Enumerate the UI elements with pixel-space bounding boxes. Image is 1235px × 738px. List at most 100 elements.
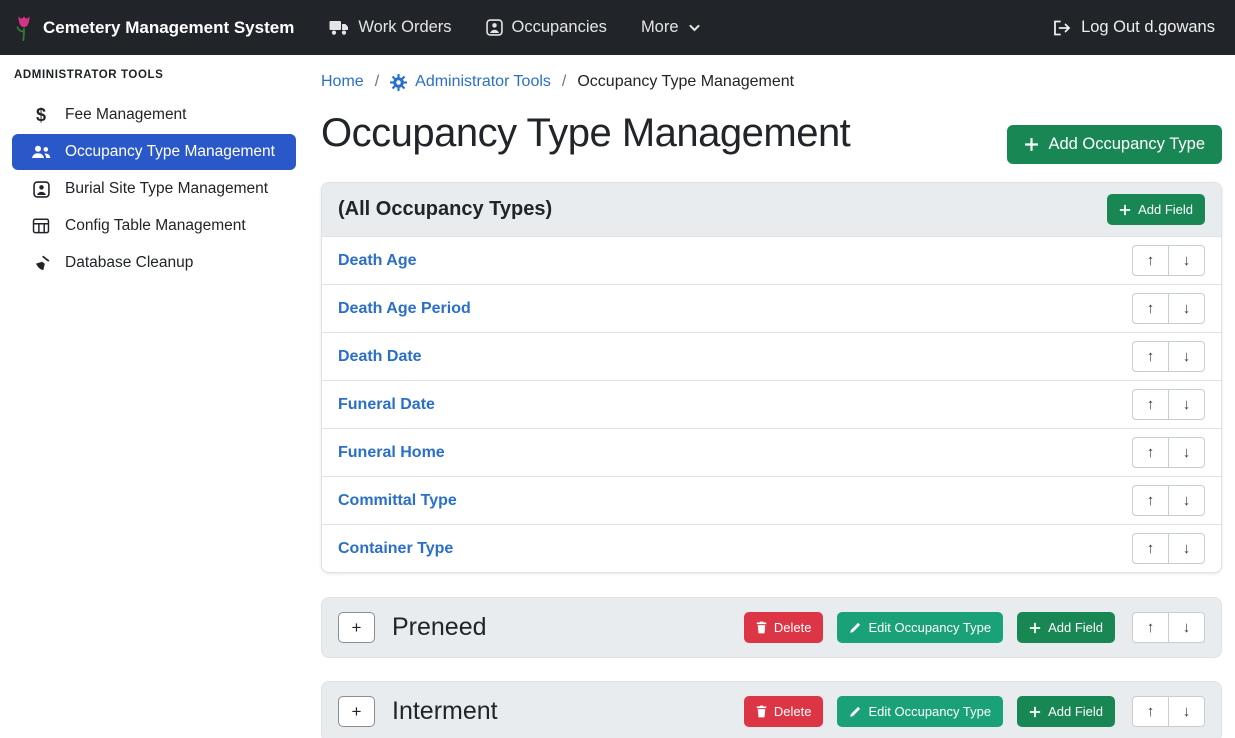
field-link[interactable]: Funeral Date [338,396,435,414]
move-down-button[interactable]: ↓ [1168,696,1205,727]
gear-icon [390,74,407,91]
logout-label: Log Out d.gowans [1081,18,1215,37]
sidebar-item-fee-management[interactable]: $ Fee Management [12,97,296,133]
field-link[interactable]: Funeral Home [338,444,445,462]
nav-work-orders[interactable]: Work Orders [312,0,468,55]
move-down-button[interactable]: ↓ [1168,485,1205,516]
move-down-button[interactable]: ↓ [1168,341,1205,372]
table-row: Committal Type ↑ ↓ [322,477,1221,525]
reorder-group: ↑ ↓ [1132,533,1205,564]
expand-button[interactable]: + [338,612,375,643]
delete-button[interactable]: Delete [744,612,824,643]
sidebar-item-label: Database Cleanup [65,254,193,272]
top-navbar: Cemetery Management System Work Orders O… [0,0,1235,55]
occupancy-type-section-preneed: + Preneed Delete Edit Occupancy Type [321,597,1222,658]
reorder-group: ↑ ↓ [1132,245,1205,276]
arrow-down-icon: ↓ [1183,492,1191,509]
table-icon [30,218,52,234]
button-label: Delete [774,620,812,635]
nav-item-label: Work Orders [358,18,451,37]
table-row: Death Date ↑ ↓ [322,333,1221,381]
sidebar-item-burial-site-type-management[interactable]: Burial Site Type Management [12,171,296,207]
nav-item-label: Occupancies [512,18,607,37]
expand-button[interactable]: + [338,696,375,727]
plus-icon: + [352,618,362,638]
plus-icon [1029,706,1041,718]
reorder-group: ↑ ↓ [1132,612,1205,643]
sidebar-item-config-table-management[interactable]: Config Table Management [12,208,296,244]
app-brand[interactable]: Cemetery Management System [14,13,294,43]
tulip-logo-icon [14,13,34,43]
move-up-button[interactable]: ↑ [1132,533,1169,564]
move-down-button[interactable]: ↓ [1168,245,1205,276]
table-row: Container Type ↑ ↓ [322,525,1221,572]
nav-more[interactable]: More [624,0,718,55]
pencil-icon [849,706,861,718]
occupancy-type-section-interment: + Interment Delete Edit Occupancy Type [321,681,1222,738]
trash-icon [756,621,767,634]
move-down-button[interactable]: ↓ [1168,533,1205,564]
arrow-down-icon: ↓ [1183,619,1191,636]
delete-button[interactable]: Delete [744,696,824,727]
arrow-down-icon: ↓ [1183,396,1191,413]
move-up-button[interactable]: ↑ [1132,696,1169,727]
page-title: Occupancy Type Management [321,111,850,156]
breadcrumb: Home / Administrator Tools / Occupa [321,73,1222,91]
table-row: Funeral Home ↑ ↓ [322,429,1221,477]
field-link[interactable]: Container Type [338,540,453,558]
add-field-button[interactable]: Add Field [1017,612,1115,643]
move-up-button[interactable]: ↑ [1132,245,1169,276]
move-down-button[interactable]: ↓ [1168,293,1205,324]
reorder-group: ↑ ↓ [1132,341,1205,372]
move-up-button[interactable]: ↑ [1132,341,1169,372]
field-link[interactable]: Death Age Period [338,300,471,318]
breadcrumb-admin-tools-link[interactable]: Administrator Tools [390,73,551,91]
nav-occupancies[interactable]: Occupancies [469,0,624,55]
move-down-button[interactable]: ↓ [1168,437,1205,468]
arrow-down-icon: ↓ [1183,300,1191,317]
sidebar-item-label: Config Table Management [65,217,246,235]
page-header: Occupancy Type Management Add Occupancy … [321,111,1222,182]
person-frame-icon [486,19,503,36]
button-label: Add Field [1048,620,1103,635]
sidebar-item-label: Burial Site Type Management [65,180,268,198]
all-occupancy-types-card: (All Occupancy Types) Add Field Death Ag… [321,182,1222,573]
move-up-button[interactable]: ↑ [1132,612,1169,643]
edit-occupancy-type-button[interactable]: Edit Occupancy Type [837,612,1003,643]
move-down-button[interactable]: ↓ [1168,612,1205,643]
button-label: Add Field [1138,202,1193,217]
field-link[interactable]: Death Age [338,252,417,270]
move-down-button[interactable]: ↓ [1168,389,1205,420]
reorder-group: ↑ ↓ [1132,437,1205,468]
arrow-down-icon: ↓ [1183,703,1191,720]
card-title: (All Occupancy Types) [338,198,552,221]
sidebar-item-label: Occupancy Type Management [65,143,275,161]
chevron-down-icon [688,21,701,34]
logout-button[interactable]: Log Out d.gowans [1047,18,1221,37]
person-frame-icon [30,181,52,198]
app-title: Cemetery Management System [43,18,294,38]
add-occupancy-type-button[interactable]: Add Occupancy Type [1007,125,1222,164]
sidebar-item-database-cleanup[interactable]: Database Cleanup [12,245,296,281]
move-up-button[interactable]: ↑ [1132,437,1169,468]
field-link[interactable]: Committal Type [338,492,457,510]
section-actions: Delete Edit Occupancy Type Add Field ↑ [744,696,1205,727]
move-up-button[interactable]: ↑ [1132,389,1169,420]
arrow-up-icon: ↑ [1147,348,1155,365]
move-up-button[interactable]: ↑ [1132,293,1169,324]
sidebar-item-occupancy-type-management[interactable]: Occupancy Type Management [12,134,296,170]
plus-icon [1119,204,1131,216]
reorder-group: ↑ ↓ [1132,293,1205,324]
move-up-button[interactable]: ↑ [1132,485,1169,516]
logout-icon [1053,20,1072,36]
breadcrumb-home-link[interactable]: Home [321,73,364,91]
button-label: Add Occupancy Type [1048,135,1205,154]
arrow-up-icon: ↑ [1147,252,1155,269]
edit-occupancy-type-button[interactable]: Edit Occupancy Type [837,696,1003,727]
add-field-button[interactable]: Add Field [1107,194,1205,225]
add-field-button[interactable]: Add Field [1017,696,1115,727]
users-icon [30,144,52,160]
arrow-up-icon: ↑ [1147,703,1155,720]
field-link[interactable]: Death Date [338,348,422,366]
arrow-up-icon: ↑ [1147,444,1155,461]
